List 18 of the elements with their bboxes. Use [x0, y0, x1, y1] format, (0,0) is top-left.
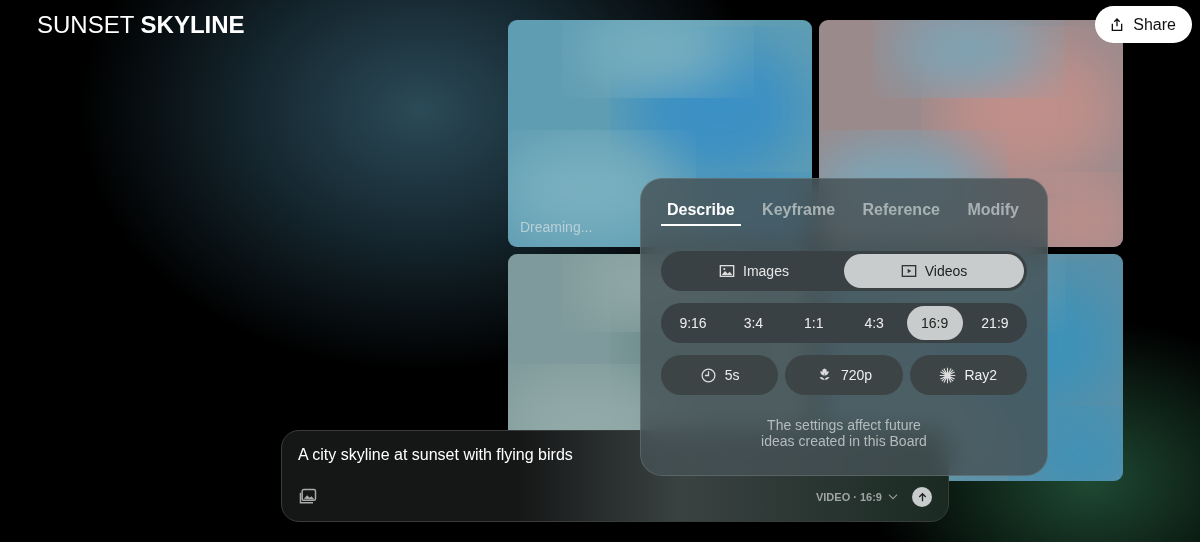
media-type-option[interactable]: Images [664, 254, 844, 288]
share-button[interactable]: Share [1095, 6, 1192, 43]
aspect-ratio-option[interactable]: 21:9 [966, 306, 1023, 340]
aspect-ratio-option[interactable]: 3:4 [725, 306, 782, 340]
setting-button[interactable]: Ray2 [909, 355, 1027, 395]
aspect-ratio-option[interactable]: 9:16 [665, 306, 721, 340]
setting-button[interactable]: 720p [785, 355, 903, 395]
prompt-field[interactable]: A city skyline at sunset with flying birds [298, 443, 638, 467]
aspect-ratio-option[interactable]: 1:1 [785, 306, 842, 340]
aspect-ratio-option[interactable]: 4:3 [846, 306, 903, 340]
app-title: SUNSET SKYLINE [37, 10, 245, 40]
status-caption: Dreaming... [520, 219, 593, 235]
settings-note: The settings affect future ideas created in this Board [760, 417, 928, 449]
aspect-ratio-option[interactable]: 16:9 [906, 306, 963, 340]
mode-dropdown[interactable]: VIDEO · 16:9 [815, 490, 906, 504]
media-type-option[interactable]: Videos [844, 254, 1024, 288]
tab[interactable]: Describe [661, 199, 741, 226]
setting-button[interactable]: 5s [661, 355, 779, 395]
